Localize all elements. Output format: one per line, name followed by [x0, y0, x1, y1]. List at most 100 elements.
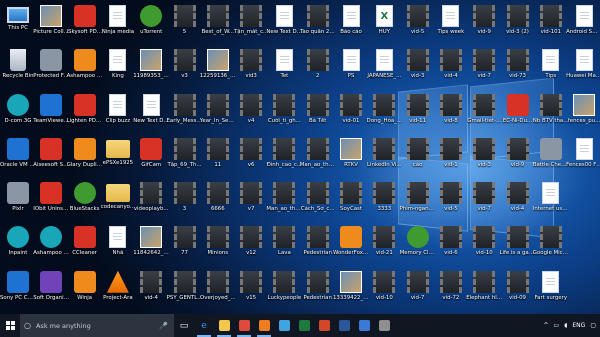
desktop-item[interactable]: Memory Cleaner — [400, 223, 436, 267]
tray-chevron-icon[interactable]: ^ — [544, 322, 549, 329]
desktop-item[interactable]: vid-01 — [334, 91, 368, 135]
desktop-item[interactable]: Android Smartpho... — [566, 2, 600, 46]
desktop-item[interactable]: v3 — [168, 46, 202, 90]
desktop-item[interactable]: Tet — [267, 46, 301, 90]
desktop-item[interactable]: Year_In_Sea... — [200, 91, 236, 135]
desktop-item[interactable]: vid-7 — [467, 179, 501, 223]
desktop-item[interactable]: Lighten PDF to Word — [67, 91, 103, 135]
desktop-item[interactable]: v4 — [234, 91, 268, 135]
desktop-item[interactable]: vid-09 — [501, 268, 535, 312]
desktop-item[interactable]: Phim-ngang chat lu... — [400, 179, 436, 223]
search-box[interactable]: ○ Ask me anything 🎤 — [20, 314, 174, 337]
desktop-item[interactable]: Battle Chess 3D — [533, 135, 569, 179]
desktop-item[interactable]: Cách_Sơ_c... — [301, 179, 335, 223]
desktop-item[interactable]: SoyCast — [334, 179, 368, 223]
desktop-item[interactable]: New Text Docume... — [266, 2, 302, 46]
desktop-item[interactable]: Luckypeople — [267, 268, 301, 312]
desktop-item[interactable]: RTKV — [334, 135, 368, 179]
desktop-item[interactable]: Cười_tí_gh... — [267, 91, 301, 135]
action-center-icon[interactable]: ▢ — [590, 322, 596, 329]
desktop-item[interactable]: vid-7 — [401, 268, 435, 312]
desktop-item[interactable]: Ninja media — [101, 2, 135, 46]
desktop-item[interactable]: 5 — [168, 2, 202, 46]
desktop-item[interactable]: Tận_mắt_c... — [234, 2, 268, 46]
desktop-item[interactable]: uTorrent — [134, 2, 168, 46]
desktop-item[interactable]: vid-101 — [534, 2, 568, 46]
desktop-item[interactable]: Pedestrian — [301, 268, 335, 312]
desktop-item[interactable]: LinkedIn Vi... — [367, 135, 402, 179]
desktop-item[interactable]: Inpaint — [1, 223, 35, 267]
desktop-item[interactable]: Project-Ara — [101, 268, 135, 312]
desktop-item[interactable]: Tips week — [434, 2, 468, 46]
desktop-item[interactable]: 13339422_2... — [333, 268, 369, 312]
file-explorer-icon[interactable] — [214, 314, 234, 337]
desktop-item[interactable]: 3 — [168, 179, 202, 223]
desktop-item[interactable]: Fart surgery — [534, 268, 568, 312]
desktop-item[interactable]: Clip buzz — [101, 91, 135, 135]
desktop-item[interactable]: X HUY — [367, 2, 401, 46]
desktop-item[interactable]: v15 — [234, 268, 268, 312]
desktop-item[interactable]: vid-3 — [401, 46, 435, 90]
desktop-item[interactable]: Minions — [201, 223, 235, 267]
desktop-item[interactable]: Tips — [534, 46, 568, 90]
desktop-item[interactable]: vid-5 — [401, 2, 435, 46]
desktop-item[interactable]: vid-5 — [434, 179, 468, 223]
desktop-item[interactable]: vid-3 — [467, 135, 501, 179]
desktop-item[interactable]: Life is a game — [500, 223, 536, 267]
desktop-item[interactable]: D-com 3G — [1, 91, 35, 135]
desktop-item[interactable]: Đinh_cao_c... — [267, 135, 302, 179]
desktop-item[interactable]: vid3 — [234, 46, 268, 90]
desktop-item[interactable]: Soft Organizer — [33, 268, 69, 312]
desktop-item[interactable]: 11989353_4... — [133, 46, 169, 90]
desktop-item[interactable]: Tào quân 2016 — [300, 2, 336, 46]
desktop-item[interactable]: King — [101, 46, 135, 90]
desktop-item[interactable]: vid-7 — [467, 46, 501, 90]
powerpoint-icon[interactable] — [314, 314, 334, 337]
desktop-item[interactable]: fences_pu... — [567, 91, 600, 135]
desktop-item[interactable]: Fences00 Fences — [566, 135, 600, 179]
desktop-item[interactable]: vid-4 — [434, 46, 468, 90]
desktop-item[interactable]: Tập_69_Th... — [167, 135, 202, 179]
desktop-item[interactable]: Báo cáo — [334, 2, 368, 46]
desktop-item[interactable]: vid-73 — [501, 46, 535, 90]
desktop-item[interactable]: Gmail-tiet-... — [467, 91, 501, 135]
desktop-item[interactable]: vid-10 — [367, 268, 401, 312]
desktop-item[interactable]: codecanyo... — [101, 179, 135, 223]
desktop-item[interactable]: Early_Messi... — [167, 91, 203, 135]
desktop-item[interactable]: Man_ao_thu... — [266, 179, 302, 223]
desktop-item[interactable]: Pedestrian — [301, 223, 335, 267]
volume-icon[interactable]: ◖ — [564, 322, 567, 329]
desktop-item[interactable]: videoplayb... — [134, 179, 169, 223]
network-icon[interactable]: ▭ — [554, 322, 560, 329]
desktop-item[interactable]: vid-11 — [401, 91, 435, 135]
desktop-item[interactable]: vid-8 — [434, 91, 468, 135]
desktop-item[interactable]: TeamViewer 11 — [33, 91, 69, 135]
desktop-item[interactable]: vid-1 — [434, 135, 468, 179]
desktop-item[interactable]: Protected Folder — [33, 46, 69, 90]
desktop-item[interactable]: Dong_Hoa_... — [367, 91, 402, 135]
desktop-item[interactable]: vid-4 — [134, 268, 168, 312]
task-view-icon[interactable]: ▭ — [174, 314, 194, 337]
desktop-item[interactable]: Internet usage — [533, 179, 569, 223]
desktop-item[interactable]: Winja — [68, 268, 102, 312]
desktop-item[interactable]: Aiseesoft Screen ... — [33, 135, 69, 179]
desktop-item[interactable]: Pixlr — [1, 179, 35, 223]
desktop-item[interactable]: vid-10 — [467, 223, 501, 267]
desktop-item[interactable]: Recycle Bin — [1, 46, 35, 90]
language-indicator[interactable]: ENG — [572, 322, 585, 329]
desktop-item[interactable]: 11 — [201, 135, 235, 179]
desktop-item[interactable]: Sony PC Compani... — [0, 268, 36, 312]
desktop-item[interactable]: vid-72 — [434, 268, 468, 312]
desktop-item[interactable]: v6 — [234, 135, 268, 179]
desktop-item[interactable]: cáo — [401, 135, 435, 179]
desktop-item[interactable]: GifCam — [134, 135, 168, 179]
word-icon[interactable] — [334, 314, 354, 337]
start-button[interactable] — [0, 314, 20, 337]
desktop-item[interactable]: v7 — [234, 179, 268, 223]
desktop-item[interactable]: vid-21 — [367, 223, 401, 267]
chrome-icon[interactable] — [234, 314, 254, 337]
desktop-item[interactable]: Huawei Mate 9 — [566, 46, 600, 90]
desktop-item[interactable]: Picture Colla... — [33, 2, 69, 46]
desktop-item[interactable]: Best_of_W... — [201, 2, 235, 46]
store-icon[interactable] — [354, 314, 374, 337]
